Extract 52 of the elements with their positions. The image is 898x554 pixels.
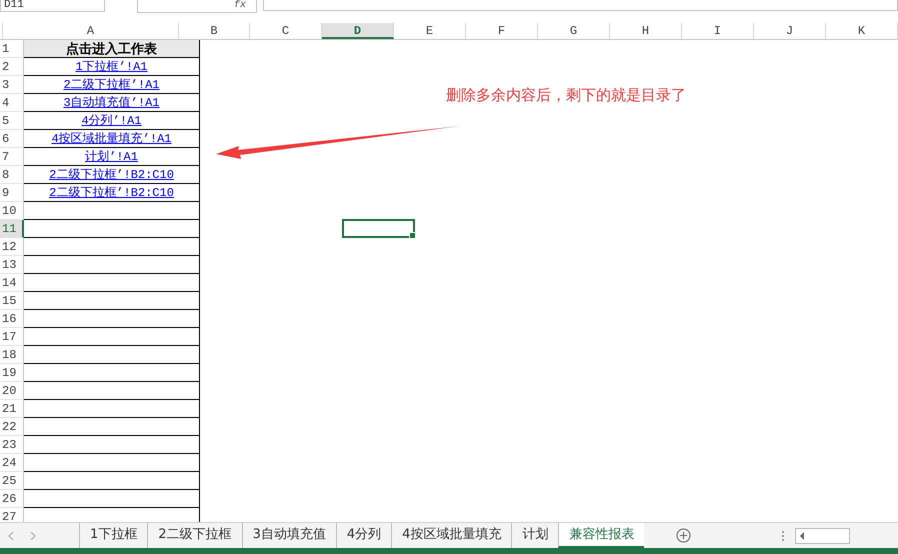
scroll-left-icon[interactable] (799, 532, 806, 540)
sheet-link[interactable]: 3自动填充值’!A1 (63, 94, 160, 111)
row-header[interactable]: 20 (0, 382, 24, 400)
header-cell: 点击进入工作表 (24, 40, 200, 58)
row-header[interactable]: 14 (0, 274, 24, 292)
annotation-text: 删除多余内容后，剩下的就是目录了 (446, 86, 686, 105)
row-header[interactable]: 23 (0, 436, 24, 454)
row-header[interactable]: 25 (0, 472, 24, 490)
row-header[interactable]: 5 (0, 112, 24, 130)
column-header[interactable]: F (466, 23, 538, 39)
row-header[interactable]: 6 (0, 130, 24, 148)
sheet-link[interactable]: 1下拉框’!A1 (75, 58, 148, 75)
row-header[interactable]: 17 (0, 328, 24, 346)
sheet-link[interactable]: 2二级下拉框’!A1 (63, 76, 160, 93)
row-header[interactable]: 2 (0, 58, 24, 76)
row-header[interactable]: 9 (0, 184, 24, 202)
row-header[interactable]: 7 (0, 148, 24, 166)
row-header[interactable]: 3 (0, 76, 24, 94)
row-header[interactable]: 19 (0, 364, 24, 382)
column-header[interactable]: G (538, 23, 610, 39)
sheet-tab[interactable]: 兼容性报表 (558, 523, 644, 548)
row-header[interactable]: 15 (0, 292, 24, 310)
sheet-link[interactable]: 4按区域批量填充’!A1 (51, 130, 172, 147)
sheet-link[interactable]: 2二级下拉框’!B2:C10 (49, 166, 174, 183)
row-header[interactable]: 8 (0, 166, 24, 184)
row-header[interactable]: 18 (0, 346, 24, 364)
column-header[interactable]: I (682, 23, 754, 39)
fx-label: fx (232, 0, 247, 12)
column-header[interactable]: B (179, 23, 250, 39)
column-header[interactable]: J (754, 23, 826, 39)
name-box[interactable]: D11 (0, 0, 105, 12)
row-header[interactable]: 4 (0, 94, 24, 112)
sheet-link[interactable]: 2二级下拉框’!B2:C10 (49, 184, 174, 201)
row-header[interactable]: 12 (0, 238, 24, 256)
add-sheet-icon[interactable] (676, 528, 692, 543)
row-header[interactable]: 13 (0, 256, 24, 274)
column-header[interactable]: D (322, 23, 394, 39)
sheet-link[interactable]: 4分列’!A1 (81, 112, 142, 129)
column-header[interactable]: K (826, 23, 898, 39)
column-header[interactable]: H (610, 23, 682, 39)
column-header[interactable]: E (394, 23, 466, 39)
row-header[interactable]: 24 (0, 454, 24, 472)
column-header[interactable]: A (3, 23, 179, 39)
row-header[interactable]: 16 (0, 310, 24, 328)
active-cell[interactable] (342, 219, 415, 238)
sheet-link[interactable]: 计划’!A1 (85, 148, 138, 165)
row-header[interactable]: 21 (0, 400, 24, 418)
horizontal-scrollbar[interactable] (795, 528, 850, 544)
row-header[interactable]: 11 (0, 220, 24, 238)
row-header[interactable]: 22 (0, 418, 24, 436)
more-icon[interactable] (781, 530, 786, 542)
row-header[interactable]: 26 (0, 490, 24, 508)
